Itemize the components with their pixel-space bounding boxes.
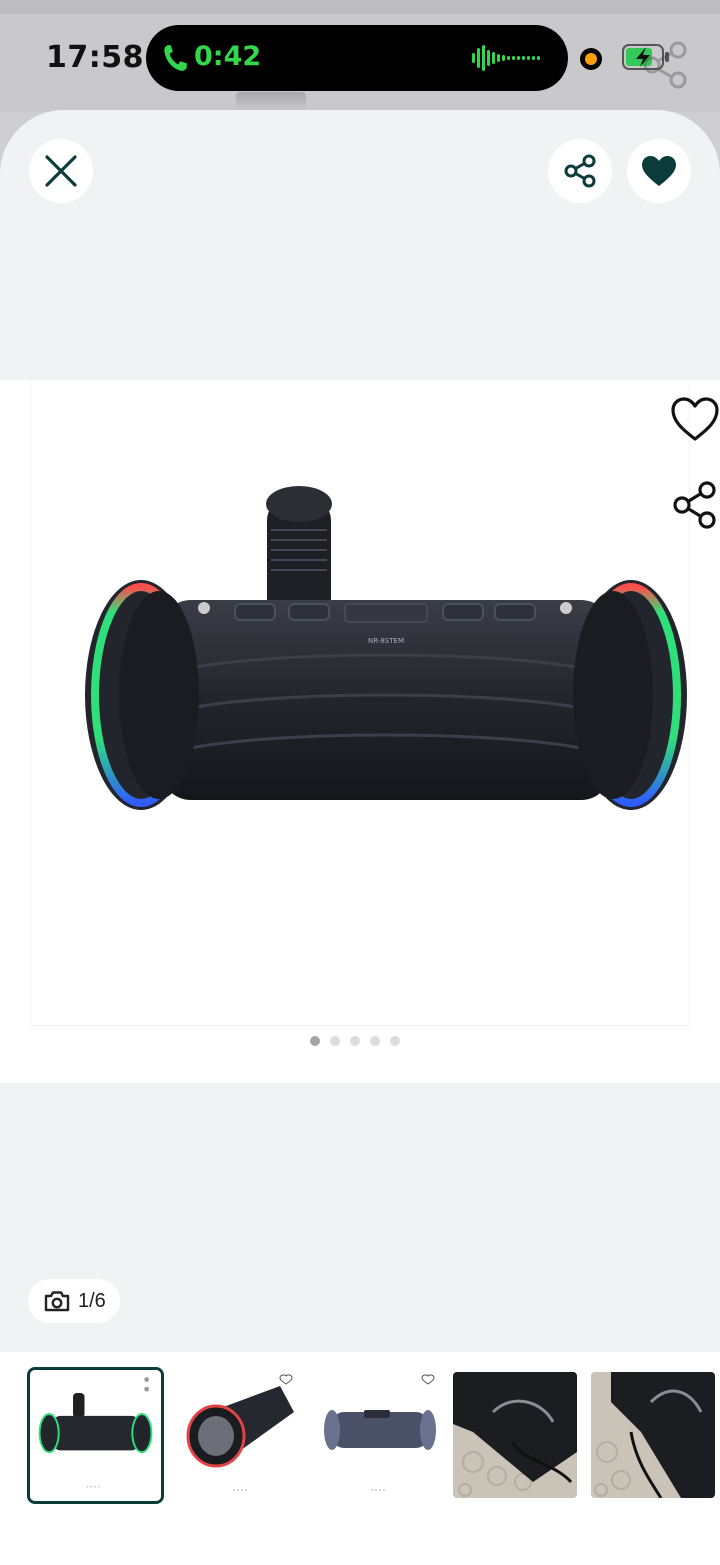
thumbnail-speaker-blue — [318, 1372, 442, 1498]
favorite-button[interactable] — [627, 139, 691, 203]
image-counter[interactable]: 1/6 — [28, 1279, 120, 1323]
clock: 17:58 — [46, 40, 144, 75]
status-bar-edge — [0, 0, 720, 14]
thumbnail-photo-carpet — [453, 1372, 577, 1498]
pagination-dot[interactable] — [310, 1036, 320, 1046]
wishlist-heart-icon[interactable] — [670, 396, 720, 442]
background-share-icon — [643, 41, 687, 89]
phone-icon — [164, 45, 187, 71]
pagination-dot[interactable] — [370, 1036, 380, 1046]
camera-icon — [44, 1291, 70, 1312]
thumbnail-strip — [0, 1352, 720, 1565]
share-icon — [564, 154, 596, 188]
speaker-image: NR-8STEM — [85, 486, 687, 810]
thumbnail-speaker-front — [30, 1370, 161, 1501]
product-image[interactable]: NR-8STEM — [30, 380, 719, 1026]
heart-filled-icon — [642, 156, 676, 186]
status-bar: 17:58 0:42 — [0, 0, 720, 112]
thumbnail-4[interactable] — [453, 1372, 577, 1498]
pagination-dot[interactable] — [350, 1036, 360, 1046]
close-icon — [45, 155, 77, 187]
speaker-brand-label: NR-8STEM — [368, 637, 404, 645]
thumbnail-speaker-angle — [180, 1372, 304, 1498]
carousel-pagination — [310, 1036, 410, 1050]
thumbnail-3[interactable] — [318, 1372, 442, 1498]
image-counter-text: 1/6 — [78, 1289, 106, 1312]
mic-indicator-icon — [580, 48, 602, 70]
pagination-dot[interactable] — [390, 1036, 400, 1046]
share-button[interactable] — [548, 139, 612, 203]
product-image-carousel[interactable]: NR-8STEM — [0, 380, 720, 1083]
thumbnail-photo-carpet-2 — [591, 1372, 715, 1498]
thumbnail-5[interactable] — [591, 1372, 715, 1498]
image-share-icon[interactable] — [671, 481, 719, 529]
thumbnail-1[interactable] — [27, 1367, 164, 1504]
thumbnail-2[interactable] — [180, 1372, 304, 1498]
pagination-dot[interactable] — [330, 1036, 340, 1046]
call-duration: 0:42 — [194, 41, 262, 72]
close-button[interactable] — [29, 139, 93, 203]
product-gallery-sheet: NR-8STEM 1/6 — [0, 110, 720, 1565]
background-peek — [236, 92, 306, 112]
call-island[interactable]: 0:42 — [146, 25, 568, 91]
audio-waveform-icon — [472, 45, 540, 71]
